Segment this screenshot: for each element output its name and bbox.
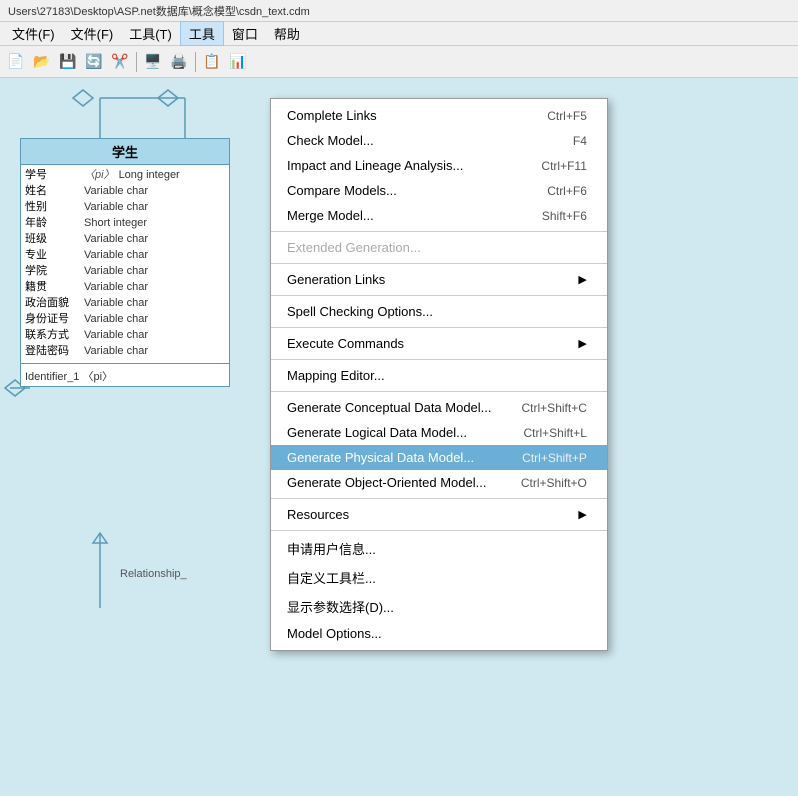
toolbar-extra2[interactable]: 📊 — [226, 50, 250, 74]
menu-sep4 — [271, 327, 607, 328]
menu-sep1 — [271, 231, 607, 232]
menu-sep3 — [271, 295, 607, 296]
toolbar-open[interactable]: 📂 — [30, 50, 54, 74]
main-area: 学生 学号 〈pi〉 Long integer 姓名 Variable char… — [0, 78, 798, 796]
menu-resources[interactable]: Resources ▶ — [271, 502, 607, 527]
menu-file2[interactable]: 文件(F) — [63, 22, 122, 45]
entity-separator — [21, 363, 229, 364]
canvas-area[interactable]: 学生 学号 〈pi〉 Long integer 姓名 Variable char… — [0, 78, 798, 796]
entity-row-xueyuan: 学院 Variable char — [25, 263, 225, 279]
toolbar-sep1 — [136, 52, 137, 72]
entity-row-xingbie: 性别 Variable char — [25, 199, 225, 215]
menu-mapping-editor[interactable]: Mapping Editor... — [271, 363, 607, 388]
menu-tools1[interactable]: 工具(T) — [121, 22, 180, 45]
entity-row-lianxi: 联系方式 Variable char — [25, 327, 225, 343]
title-text: Users\27183\Desktop\ASP.net数据库\概念模型\csdn… — [8, 3, 310, 19]
toolbar-save[interactable]: 💾 — [56, 50, 80, 74]
entity-row-nianling: 年龄 Short integer — [25, 215, 225, 231]
menu-bar: 文件(F) 文件(F) 工具(T) 工具 窗口 帮助 — [0, 22, 798, 46]
entity-row-zhuanye: 专业 Variable char — [25, 247, 225, 263]
menu-extended-generation: Extended Generation... — [271, 235, 607, 260]
entity-row-xingming: 姓名 Variable char — [25, 183, 225, 199]
entity-row-mima: 登陆密码 Variable char — [25, 343, 225, 359]
toolbar-cut[interactable]: ✂️ — [108, 50, 132, 74]
menu-gen-conceptual[interactable]: Generate Conceptual Data Model... Ctrl+S… — [271, 395, 607, 420]
menu-spell-checking[interactable]: Spell Checking Options... — [271, 299, 607, 324]
menu-apply-user[interactable]: 申请用户信息... — [271, 534, 607, 563]
menu-custom-toolbar[interactable]: 自定义工具栏... — [271, 563, 607, 592]
menu-sep6 — [271, 391, 607, 392]
menu-impact-lineage[interactable]: Impact and Lineage Analysis... Ctrl+F11 — [271, 153, 607, 178]
menu-tools2[interactable]: 工具 — [180, 21, 224, 46]
menu-gen-oo[interactable]: Generate Object-Oriented Model... Ctrl+S… — [271, 470, 607, 495]
menu-execute-commands[interactable]: Execute Commands ▶ — [271, 331, 607, 356]
dropdown-menu: Complete Links Ctrl+F5 Check Model... F4… — [270, 98, 608, 651]
toolbar-extra1[interactable]: 📋 — [200, 50, 224, 74]
entity-row-jiguan: 籍贯 Variable char — [25, 279, 225, 295]
toolbar-refresh[interactable]: 🔄 — [82, 50, 106, 74]
menu-sep8 — [271, 530, 607, 531]
menu-gen-logical[interactable]: Generate Logical Data Model... Ctrl+Shif… — [271, 420, 607, 445]
menu-model-options[interactable]: Model Options... — [271, 621, 607, 646]
menu-gen-physical[interactable]: Generate Physical Data Model... Ctrl+Shi… — [271, 445, 607, 470]
menu-window[interactable]: 窗口 — [224, 22, 266, 45]
menu-sep7 — [271, 498, 607, 499]
toolbar: 📄 📂 💾 🔄 ✂️ 🖥️ 🖨️ 📋 📊 — [0, 46, 798, 78]
menu-sep5 — [271, 359, 607, 360]
menu-compare-models[interactable]: Compare Models... Ctrl+F6 — [271, 178, 607, 203]
toolbar-new[interactable]: 📄 — [4, 50, 28, 74]
entity-row-sfz: 身份证号 Variable char — [25, 311, 225, 327]
menu-sep2 — [271, 263, 607, 264]
toolbar-sep2 — [195, 52, 196, 72]
entity-row-xuehao: 学号 〈pi〉 Long integer — [25, 167, 225, 183]
menu-check-model[interactable]: Check Model... F4 — [271, 128, 607, 153]
toolbar-print[interactable]: 🖨️ — [167, 50, 191, 74]
entity-box: 学生 学号 〈pi〉 Long integer 姓名 Variable char… — [20, 138, 230, 387]
title-bar: Users\27183\Desktop\ASP.net数据库\概念模型\csdn… — [0, 0, 798, 22]
menu-file1[interactable]: 文件(F) — [4, 22, 63, 45]
entity-header: 学生 — [21, 139, 229, 165]
relationship-label: Relationship_ — [120, 568, 187, 580]
menu-generation-links[interactable]: Generation Links ▶ — [271, 267, 607, 292]
menu-merge-model[interactable]: Merge Model... Shift+F6 — [271, 203, 607, 228]
menu-help[interactable]: 帮助 — [266, 22, 308, 45]
entity-footer: Identifier_1 〈pi〉 — [21, 366, 229, 386]
menu-complete-links[interactable]: Complete Links Ctrl+F5 — [271, 103, 607, 128]
entity-rows: 学号 〈pi〉 Long integer 姓名 Variable char 性别… — [21, 165, 229, 361]
menu-show-params[interactable]: 显示参数选择(D)... — [271, 592, 607, 621]
entity-row-banji: 班级 Variable char — [25, 231, 225, 247]
entity-row-zhengzhi: 政治面貌 Variable char — [25, 295, 225, 311]
toolbar-display[interactable]: 🖥️ — [141, 50, 165, 74]
